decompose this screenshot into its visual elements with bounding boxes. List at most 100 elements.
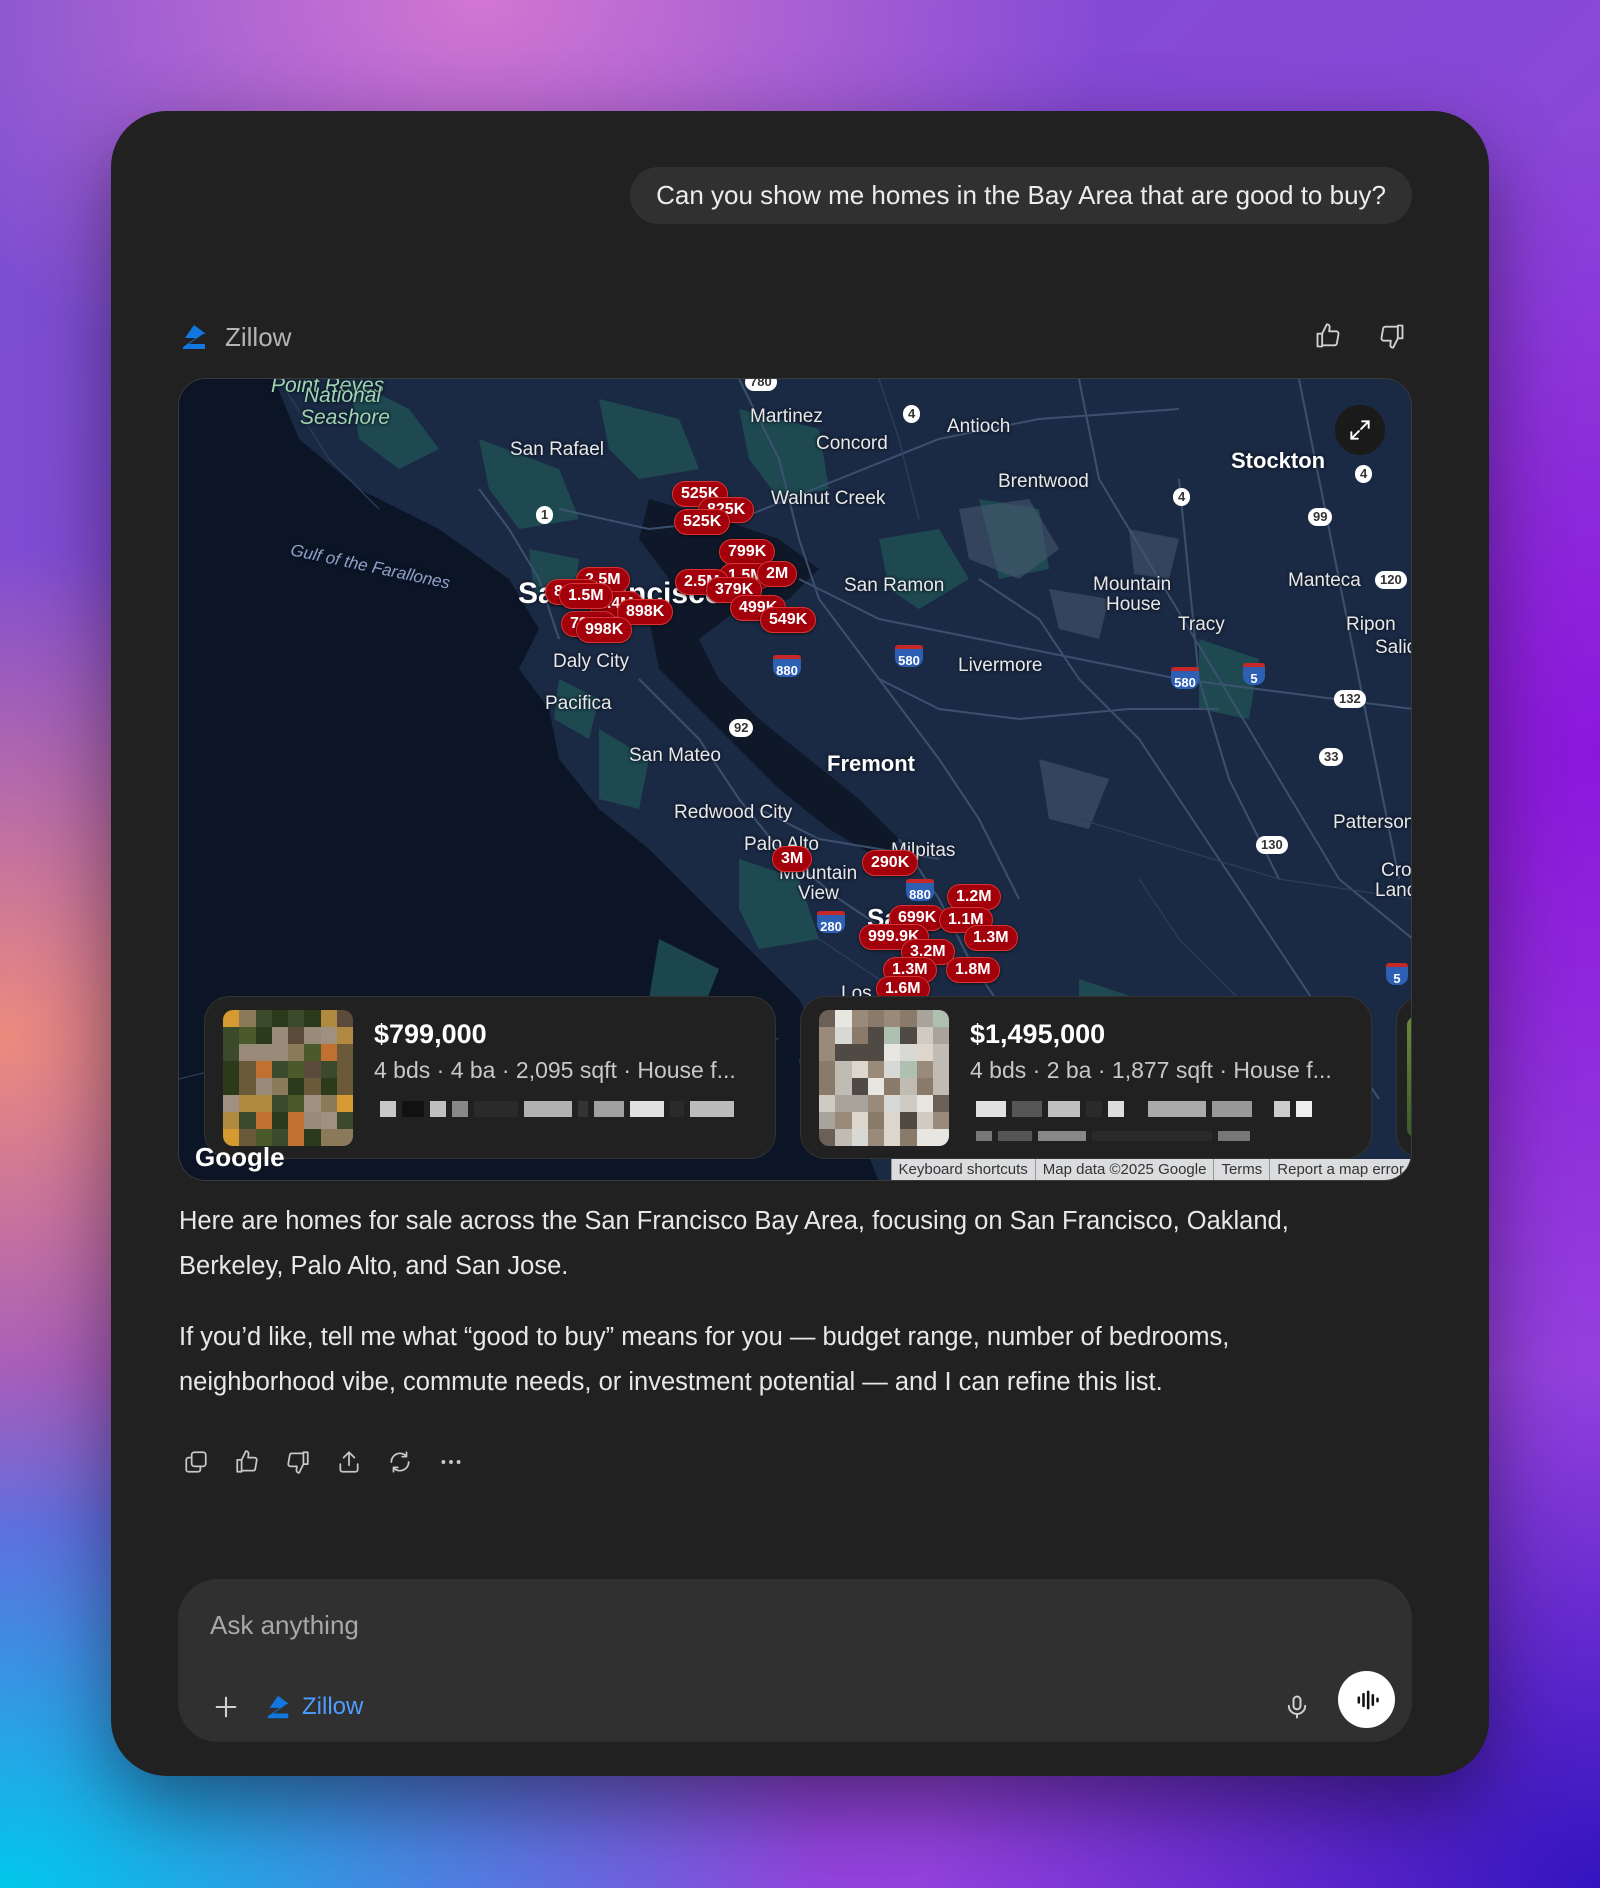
expand-map-button[interactable] [1335, 405, 1385, 455]
price-pin[interactable]: 3M [772, 846, 813, 872]
photo-pixel [835, 1061, 852, 1078]
photo-pixel [867, 1129, 884, 1146]
place-label: Salida [1375, 637, 1411, 658]
photo-pixel [916, 1078, 933, 1095]
zillow-tool-chip[interactable]: Zillow [264, 1687, 363, 1727]
photo-pixel [884, 1027, 901, 1044]
photo-pixel [819, 1027, 836, 1044]
price-pin[interactable]: 2M [757, 561, 798, 587]
listing-card-partial[interactable] [1396, 996, 1411, 1159]
regenerate-icon[interactable] [381, 1443, 419, 1481]
place-label: San Rafael [510, 439, 605, 460]
price-pin[interactable]: 525K [674, 509, 731, 535]
photo-pixel [900, 1010, 917, 1027]
photo-pixel [320, 1010, 337, 1027]
add-attachment-button[interactable] [206, 1687, 246, 1727]
photo-pixel [867, 1112, 884, 1129]
price-pin[interactable]: 549K [760, 607, 817, 633]
price-pin[interactable]: 1.5M [559, 583, 613, 609]
map-widget[interactable]: Point Reyes National Seashore Martinez A… [178, 378, 1412, 1181]
terms-link[interactable]: Terms [1213, 1159, 1270, 1180]
keyboard-shortcuts-link[interactable]: Keyboard shortcuts [890, 1159, 1035, 1180]
place-label: House [1106, 594, 1161, 615]
photo-pixel [884, 1129, 901, 1146]
photo-pixel [239, 1027, 256, 1044]
photo-pixel [867, 1027, 884, 1044]
place-label: Livermore [958, 655, 1043, 676]
photo-pixel [304, 1044, 321, 1061]
expand-icon [1350, 420, 1370, 440]
report-map-error-link[interactable]: Report a map error [1269, 1159, 1411, 1180]
photo-pixel [900, 1061, 917, 1078]
thumbs-down-icon[interactable] [1373, 317, 1411, 355]
route-shield: 4 [1355, 465, 1373, 483]
microphone-icon [1287, 1695, 1307, 1719]
route-shield: 33 [1319, 748, 1344, 766]
ask-input[interactable] [208, 1601, 1312, 1649]
thumbs-down-icon[interactable] [279, 1443, 317, 1481]
listing-card[interactable]: $799,000 4 bds · 4 ba · 2,095 sqft · Hou… [204, 996, 776, 1159]
price-pin[interactable]: 1.8M [946, 957, 1000, 983]
voice-mode-button[interactable] [1338, 1671, 1395, 1728]
photo-pixel [271, 1095, 288, 1112]
photo-pixel [819, 1078, 836, 1095]
photo-pixel [255, 1044, 272, 1061]
photo-pixel [900, 1027, 917, 1044]
photo-pixel [851, 1044, 868, 1061]
photo-pixel [223, 1010, 240, 1027]
price-pin[interactable]: 1.3M [964, 925, 1018, 951]
photo-pixel [271, 1061, 288, 1078]
photo-pixel [851, 1010, 868, 1027]
photo-pixel [916, 1112, 933, 1129]
map-attribution: Keyboard shortcuts Map data ©2025 Google… [890, 1159, 1411, 1180]
photo-pixel [819, 1010, 836, 1027]
photo-pixel [336, 1112, 353, 1129]
tool-name: Zillow [225, 321, 292, 352]
photo-pixel [255, 1010, 272, 1027]
photo-pixel [304, 1010, 321, 1027]
zillow-logo-icon [179, 322, 209, 352]
price-pin[interactable]: 998K [576, 617, 633, 643]
copy-icon[interactable] [177, 1443, 215, 1481]
photo-pixel [288, 1061, 305, 1078]
composer: Zillow [178, 1579, 1412, 1742]
price-pin[interactable]: 290K [862, 850, 919, 876]
photo-pixel [819, 1095, 836, 1112]
photo-pixel [932, 1095, 949, 1112]
photo-pixel [835, 1095, 852, 1112]
photo-pixel [916, 1061, 933, 1078]
photo-pixel [900, 1044, 917, 1061]
photo-pixel [271, 1112, 288, 1129]
interstate-shield: 5 [1386, 963, 1408, 986]
route-shield: 4 [1173, 488, 1191, 506]
thumbs-up-icon[interactable] [228, 1443, 266, 1481]
listing-card[interactable]: $1,495,000 4 bds · 2 ba · 1,877 sqft · H… [800, 996, 1372, 1159]
place-label: San Mateo [629, 745, 721, 766]
photo-pixel [239, 1044, 256, 1061]
photo-pixel [223, 1027, 240, 1044]
photo-pixel [867, 1078, 884, 1095]
photo-pixel [304, 1078, 321, 1095]
photo-pixel [884, 1044, 901, 1061]
share-icon[interactable] [330, 1443, 368, 1481]
place-label: Brentwood [998, 471, 1089, 492]
photo-pixel [239, 1078, 256, 1095]
thumbs-up-icon[interactable] [1309, 317, 1347, 355]
photo-pixel [884, 1095, 901, 1112]
photo-pixel [320, 1078, 337, 1095]
photo-pixel [255, 1061, 272, 1078]
more-options-icon[interactable] [432, 1443, 470, 1481]
photo-pixel [932, 1112, 949, 1129]
interstate-shield: 580 [895, 645, 923, 668]
place-label: Daly City [553, 651, 630, 672]
photo-pixel [288, 1095, 305, 1112]
photo-pixel [835, 1027, 852, 1044]
photo-pixel [819, 1061, 836, 1078]
photo-pixel [336, 1027, 353, 1044]
photo-pixel [851, 1095, 868, 1112]
microphone-button[interactable] [1274, 1684, 1320, 1730]
photo-pixel [288, 1010, 305, 1027]
plus-icon [215, 1696, 237, 1718]
photo-pixel [239, 1112, 256, 1129]
photo-pixel [223, 1044, 240, 1061]
